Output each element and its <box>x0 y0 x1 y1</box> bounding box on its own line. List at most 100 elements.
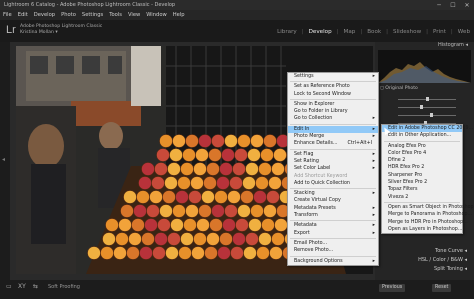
menu-item-set-rating[interactable]: Set Rating ▸ <box>288 158 378 165</box>
submenu-item-merge-to-hdr-pro-in-photoshop[interactable]: Merge to HDR Pro in Photoshop... <box>382 219 468 226</box>
module-map[interactable]: Map <box>344 29 356 35</box>
module-develop[interactable]: Develop <box>309 29 332 35</box>
submenu-item-edit-in-other-application[interactable]: Edit in Other Application... <box>382 132 462 139</box>
menu-separator <box>290 81 376 83</box>
submenu-item-dfine-2[interactable]: Dfine 2 <box>382 157 462 164</box>
menu-item-go-to-collection[interactable]: Go to Collection ▸ <box>288 115 378 122</box>
split-toning-header[interactable]: Split Toning ◂ <box>378 266 470 273</box>
menu-item-label: Edit In <box>294 126 310 132</box>
menu-item-label: Go to Folder in Library <box>294 109 348 115</box>
submenu-item-open-as-layers-in-photoshop[interactable]: Open as Layers in Photoshop... <box>382 226 462 233</box>
histogram-header[interactable]: Histogram ◂ <box>375 42 474 49</box>
menu-tools[interactable]: Tools <box>109 12 122 18</box>
reset-button[interactable]: Reset <box>432 284 452 292</box>
menu-item-edit-in[interactable]: Edit In ▸ <box>288 125 378 134</box>
menu-help[interactable]: Help <box>173 12 185 18</box>
menu-separator <box>384 140 460 142</box>
menu-item-show-in-explorer[interactable]: Show in Explorer <box>288 101 378 108</box>
module-divider: | <box>450 29 453 35</box>
submenu-item-viveza-2[interactable]: Viveza 2 <box>382 194 462 201</box>
menu-item-label: Analog Efex Pro <box>388 143 426 149</box>
submenu-item-sharpener-pro[interactable]: Sharpener Pro <box>382 172 462 179</box>
menu-develop[interactable]: Develop <box>34 12 55 18</box>
minimize-icon[interactable]: ─ <box>432 0 446 10</box>
menu-item-label: Metadata Presets <box>294 205 336 211</box>
submenu-arrow-icon: ▸ <box>372 166 375 172</box>
menu-item-enhance-details[interactable]: Enhance Details... Ctrl+Alt+I <box>288 140 378 147</box>
menu-item-create-virtual-copy[interactable]: Create Virtual Copy <box>288 197 378 204</box>
soft-proofing-checkbox[interactable]: Soft Proofing <box>48 284 80 290</box>
menu-item-set-as-reference-photo[interactable]: Set as Reference Photo <box>288 83 378 90</box>
menu-item-stacking[interactable]: Stacking ▸ <box>288 190 378 197</box>
slider-row[interactable] <box>380 96 470 102</box>
menu-item-label: Edit in Other Application... <box>388 133 452 139</box>
menu-item-label: Email Photo... <box>294 240 328 246</box>
submenu-item-open-as-smart-object-in-photoshop[interactable]: Open as Smart Object in Photoshop... <box>382 204 474 211</box>
submenu-item-analog-efex-pro[interactable]: Analog Efex Pro <box>382 143 462 150</box>
menu-item-set-color-label[interactable]: Set Color Label ▸ <box>288 165 378 172</box>
module-divider: | <box>386 29 389 35</box>
menu-separator <box>290 237 376 239</box>
submenu-arrow-icon: ▸ <box>372 126 375 132</box>
menu-file[interactable]: File <box>3 12 12 18</box>
module-slideshow[interactable]: Slideshow <box>393 29 421 35</box>
lightroom-logo: Lr <box>6 24 16 36</box>
expand-left-panel-icon[interactable]: ◂ <box>2 156 5 163</box>
menu-item-settings[interactable]: Settings ▸ <box>288 73 378 80</box>
histogram-graph <box>378 62 471 83</box>
module-divider: | <box>336 29 339 35</box>
submenu-item-color-efex-pro-4[interactable]: Color Efex Pro 4 <box>382 150 462 157</box>
tone-curve-header[interactable]: Tone Curve ◂ <box>378 248 470 255</box>
module-book[interactable]: Book <box>367 29 381 35</box>
menu-settings[interactable]: Settings <box>82 12 103 18</box>
original-photo-checkbox[interactable]: ◻ Original Photo <box>380 86 418 91</box>
submenu-item-silver-efex-pro-2[interactable]: Silver Efex Pro 2 <box>382 179 462 186</box>
submenu-item-topaz-filters[interactable]: Topaz Filters <box>382 186 462 193</box>
submenu-arrow-icon: ▸ <box>372 74 375 79</box>
module-web[interactable]: Web <box>458 29 470 35</box>
before-after-icon[interactable]: ⇆ <box>33 283 38 290</box>
menu-item-export[interactable]: Export ▸ <box>288 230 378 237</box>
module-library[interactable]: Library <box>277 29 297 35</box>
menu-item-label: Merge to HDR Pro in Photoshop... <box>388 219 468 225</box>
menu-view[interactable]: View <box>128 12 140 18</box>
menu-item-metadata-presets[interactable]: Metadata Presets ▸ <box>288 205 378 212</box>
menu-bar: File Edit Develop Photo Settings Tools V… <box>0 10 474 20</box>
menu-item-background-options[interactable]: Background Options ▸ <box>288 258 378 265</box>
menu-item-add-to-quick-collection[interactable]: Add to Quick Collection <box>288 180 378 187</box>
menu-item-metadata[interactable]: Metadata ▸ <box>288 222 378 229</box>
menu-item-lock-to-second-window[interactable]: Lock to Second Window <box>288 91 378 98</box>
menu-item-photo-merge[interactable]: Photo Merge ▸ <box>288 133 378 140</box>
submenu-arrow-icon: ▸ <box>372 151 375 157</box>
menu-item-label: Go to Collection <box>294 116 333 122</box>
menu-item-set-flag[interactable]: Set Flag ▸ <box>288 151 378 158</box>
menu-item-label: Lock to Second Window <box>294 91 351 97</box>
menu-item-label: Open as Layers in Photoshop... <box>388 226 463 232</box>
maximize-icon[interactable]: ☐ <box>446 0 460 10</box>
submenu-item-edit-in-adobe-photoshop-cc-2019[interactable]: Edit in Adobe Photoshop CC 2019... <box>382 125 473 133</box>
slider-row[interactable] <box>380 104 470 110</box>
menu-item-remove-photo[interactable]: Remove Photo... <box>288 247 378 254</box>
menu-item-label: Export <box>294 230 310 236</box>
module-divider: | <box>426 29 429 35</box>
window-title: Lightroom 6 Catalog - Adobe Photoshop Li… <box>4 2 176 8</box>
menu-separator <box>290 123 376 125</box>
compare-view-icon[interactable]: XY <box>18 283 26 290</box>
menu-item-go-to-folder-in-library[interactable]: Go to Folder in Library <box>288 108 378 115</box>
module-print[interactable]: Print <box>433 29 446 35</box>
hsl-header[interactable]: HSL / Color / B&W ◂ <box>378 257 470 264</box>
menu-item-transform[interactable]: Transform ▸ <box>288 212 378 219</box>
submenu-item-hdr-efex-pro-2[interactable]: HDR Efex Pro 2 <box>382 164 462 171</box>
menu-edit[interactable]: Edit <box>18 12 28 18</box>
menu-item-email-photo[interactable]: Email Photo... <box>288 240 378 247</box>
submenu-item-merge-to-panorama-in-photoshop[interactable]: Merge to Panorama in Photoshop... <box>382 211 472 218</box>
slider-row[interactable] <box>380 112 470 118</box>
menu-photo[interactable]: Photo <box>61 12 76 18</box>
account-info[interactable]: Adobe Photoshop Lightroom Classic Kristi… <box>20 24 102 36</box>
menu-window[interactable]: Window <box>146 12 166 18</box>
loupe-view-icon[interactable]: ▭ <box>6 283 12 290</box>
menu-item-label: Dfine 2 <box>388 158 406 164</box>
close-icon[interactable]: ✕ <box>460 0 474 10</box>
user-name[interactable]: Kristina Mollan ▾ <box>20 30 102 36</box>
previous-button[interactable]: Previous <box>379 284 406 292</box>
